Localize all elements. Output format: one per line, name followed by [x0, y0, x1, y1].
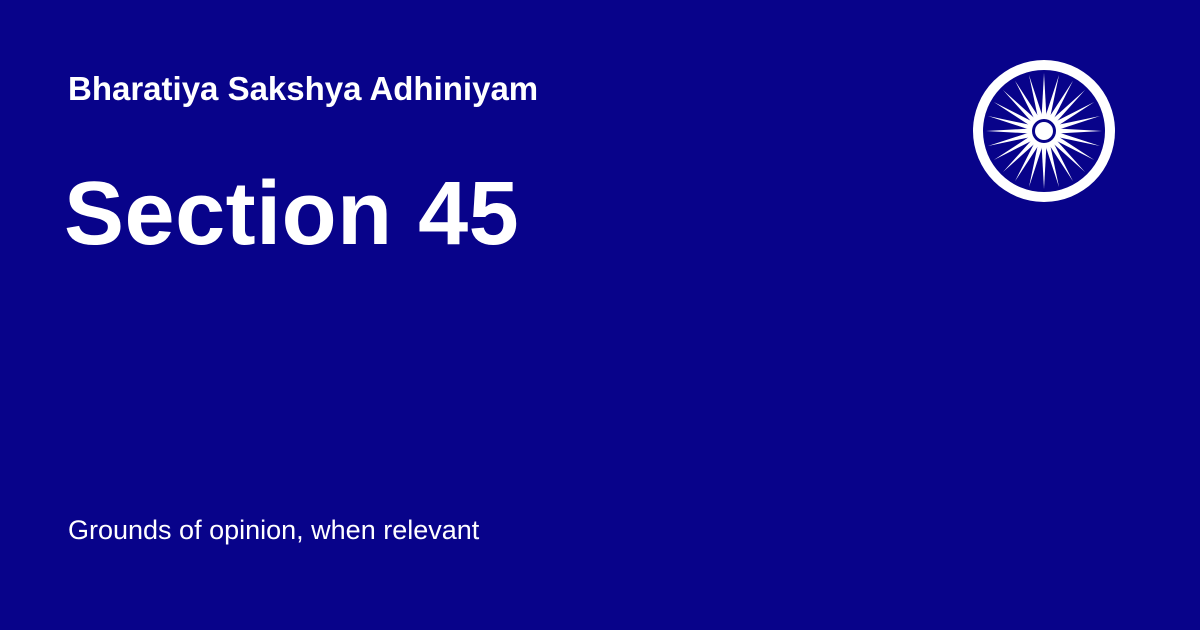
act-name: Bharatiya Sakshya Adhiniyam	[68, 70, 539, 107]
og-card: Bharatiya Sakshya Adhiniyam Section 45 G…	[0, 0, 1200, 630]
section-title: Section 45	[64, 164, 520, 264]
ashoka-chakra-icon	[973, 60, 1115, 202]
chakra-hub	[1035, 122, 1053, 140]
section-description: Grounds of opinion, when relevant	[68, 515, 480, 545]
